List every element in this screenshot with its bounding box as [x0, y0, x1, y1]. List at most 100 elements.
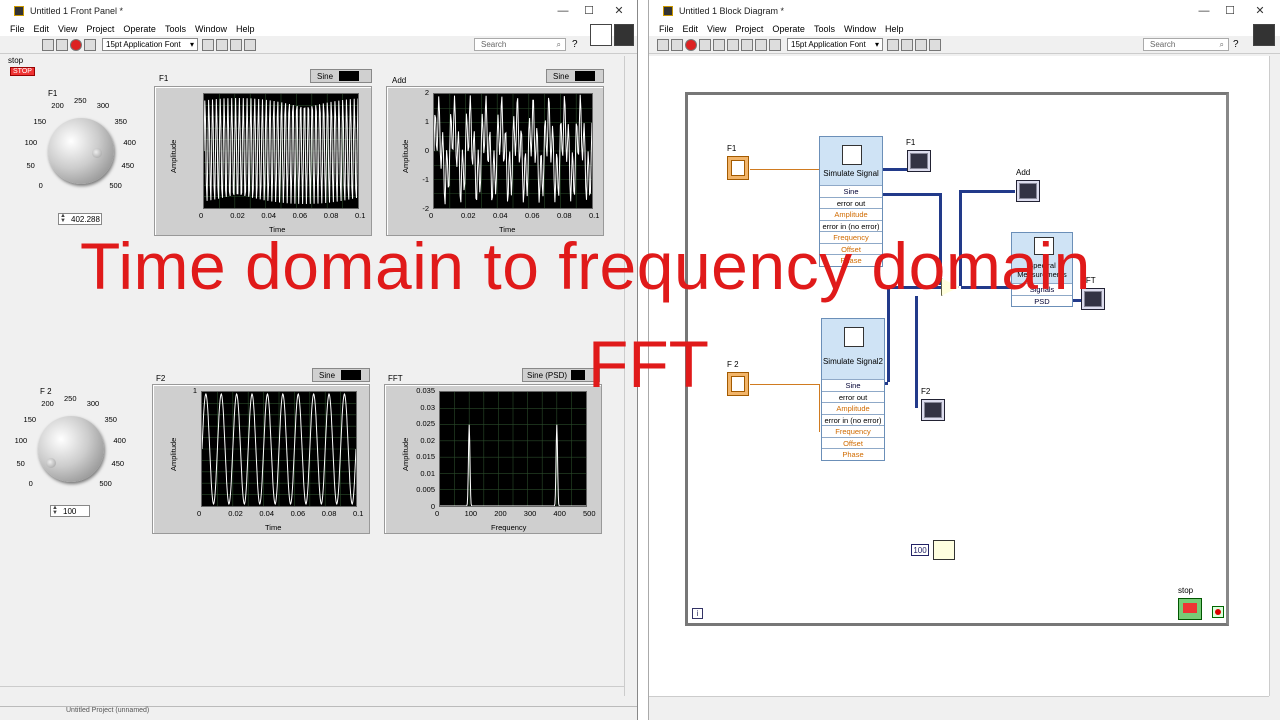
menu-tools[interactable]: Tools [814, 24, 835, 34]
f1-graph-label: F1 [906, 138, 916, 147]
help-icon[interactable]: ? [1233, 39, 1239, 50]
bd-search-input[interactable]: Search ⌕ [1143, 38, 1229, 51]
sim2-row-frequency[interactable]: Frequency [822, 425, 884, 437]
increment-decrement-icon[interactable]: ▲ ▼ [52, 505, 60, 516]
sim1-row-amplitude[interactable]: Amplitude [820, 208, 882, 220]
menu-edit[interactable]: Edit [683, 24, 699, 34]
sim2-row-amplitude[interactable]: Amplitude [822, 402, 884, 414]
menu-window[interactable]: Window [195, 24, 227, 34]
graph-add-legend[interactable]: Sine [546, 69, 604, 83]
add-graph-terminal[interactable] [1016, 180, 1040, 202]
align-icon[interactable] [202, 38, 214, 51]
graph-add-label: Add [392, 76, 407, 85]
menu-tools[interactable]: Tools [165, 24, 186, 34]
highlight-execution-icon[interactable] [713, 38, 725, 51]
menu-edit[interactable]: Edit [34, 24, 50, 34]
maximize-button[interactable]: ☐ [1215, 0, 1245, 22]
font-select[interactable]: 15pt Application Font ▾ [102, 38, 198, 51]
f2-knob-terminal[interactable] [727, 372, 749, 396]
close-button[interactable]: ✕ [604, 0, 634, 22]
increment-decrement-icon[interactable]: ▲ ▼ [60, 213, 68, 224]
graph-f1-legend[interactable]: Sine [310, 69, 372, 83]
reorder-icon[interactable] [244, 38, 256, 51]
menu-file[interactable]: File [659, 24, 674, 34]
retain-wire-values-icon[interactable] [727, 38, 739, 51]
cleanup-icon[interactable] [929, 38, 941, 51]
step-over-icon[interactable] [755, 38, 767, 51]
distribute-icon[interactable] [216, 38, 228, 51]
vi-icon[interactable] [1253, 24, 1275, 46]
graph-f2-legend[interactable]: Sine [312, 368, 370, 382]
menu-window[interactable]: Window [844, 24, 876, 34]
y-tick-label: -1 [422, 175, 429, 184]
y-tick-label: 2 [424, 88, 429, 97]
run-continuously-icon[interactable] [56, 38, 68, 51]
graph-f1-legend-name: Sine [317, 71, 334, 81]
knob-f1-numeric[interactable]: ▲ ▼ 402.288 [58, 213, 102, 225]
sim2-row-error-out[interactable]: error out [822, 390, 884, 402]
sim2-row-sine[interactable]: Sine [822, 379, 884, 391]
run-arrow-icon[interactable] [657, 38, 669, 51]
sim1-row-error-out[interactable]: error out [820, 196, 882, 208]
knob-f2-numeric[interactable]: ▲ ▼ 100 [50, 505, 90, 517]
simulate-signal-icon [844, 327, 864, 347]
pause-icon[interactable] [84, 38, 96, 51]
simulate-signal-2[interactable]: Simulate Signal2 Sine error out Amplitud… [821, 318, 885, 461]
x-tick-label: 0.02 [228, 509, 243, 518]
sim1-row-sine[interactable]: Sine [820, 185, 882, 197]
menu-file[interactable]: File [10, 24, 25, 34]
knob-tick-label: 400 [123, 138, 136, 148]
menu-help[interactable]: Help [885, 24, 904, 34]
knob-tick-label: 200 [51, 101, 64, 111]
step-out-icon[interactable] [769, 38, 781, 51]
abort-icon[interactable] [70, 38, 82, 51]
wait-ms-icon[interactable] [933, 540, 955, 560]
vi-icon[interactable] [614, 24, 634, 46]
f1-graph-terminal[interactable] [907, 150, 931, 172]
sim2-row-offset[interactable]: Offset [822, 436, 884, 448]
simulate-signal-2-header: Simulate Signal2 [822, 319, 884, 379]
distribute-icon[interactable] [901, 38, 913, 51]
loop-iteration-terminal[interactable]: i [692, 608, 703, 619]
sim2-row-phase[interactable]: Phase [822, 448, 884, 460]
fp-horizontal-scrollbar[interactable] [0, 686, 624, 696]
menu-view[interactable]: View [707, 24, 726, 34]
sim2-row-error-in[interactable]: error in (no error) [822, 413, 884, 425]
menu-project[interactable]: Project [86, 24, 114, 34]
run-continuously-icon[interactable] [671, 38, 683, 51]
knob-f2[interactable] [38, 416, 104, 482]
abort-icon[interactable] [685, 38, 697, 51]
fp-search-input[interactable]: Search ⌕ [474, 38, 566, 51]
pause-icon[interactable] [699, 38, 711, 51]
menu-operate[interactable]: Operate [772, 24, 805, 34]
maximize-button[interactable]: ☐ [574, 0, 604, 22]
y-tick-label: 0.035 [416, 386, 435, 395]
f1-knob-terminal[interactable] [727, 156, 749, 180]
reorder-icon[interactable] [915, 38, 927, 51]
stop-button-terminal[interactable] [1178, 598, 1202, 620]
knob-f2-label: F 2 [40, 387, 52, 396]
bd-horizontal-scrollbar[interactable] [649, 696, 1269, 706]
close-button[interactable]: ✕ [1245, 0, 1275, 22]
numeric-constant[interactable]: 100 [911, 544, 929, 556]
menu-project[interactable]: Project [735, 24, 763, 34]
connector-pane-icon[interactable] [590, 24, 612, 46]
knob-f1[interactable] [48, 118, 114, 184]
f2-graph-terminal[interactable] [921, 399, 945, 421]
simulate-signal-icon [842, 145, 862, 165]
x-tick-label: 0.1 [353, 509, 364, 518]
while-loop[interactable]: i [685, 92, 1229, 626]
stop-button[interactable]: STOP [10, 67, 35, 76]
step-into-icon[interactable] [741, 38, 753, 51]
loop-condition-terminal[interactable] [1212, 606, 1224, 618]
menu-view[interactable]: View [58, 24, 77, 34]
menu-operate[interactable]: Operate [123, 24, 156, 34]
menu-help[interactable]: Help [236, 24, 255, 34]
font-select[interactable]: 15pt Application Font ▾ [787, 38, 883, 51]
bd-vertical-scrollbar[interactable] [1269, 56, 1279, 696]
x-tick-label: 0.1 [589, 211, 600, 220]
align-icon[interactable] [887, 38, 899, 51]
resize-icon[interactable] [230, 38, 242, 51]
help-icon[interactable]: ? [572, 39, 578, 50]
run-arrow-icon[interactable] [42, 38, 54, 51]
